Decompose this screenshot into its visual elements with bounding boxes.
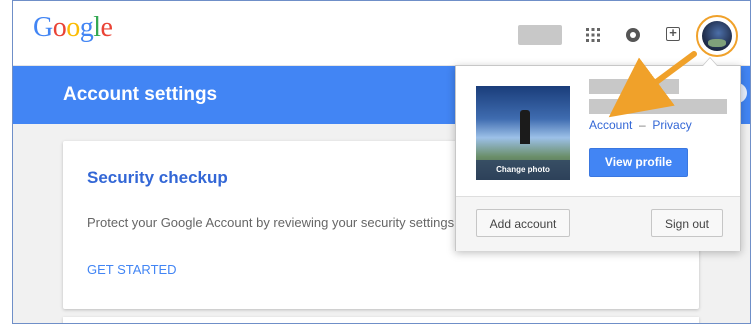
next-card xyxy=(63,317,699,323)
browser-frame: Google + Account settings ? Security che… xyxy=(12,0,751,324)
profile-photo[interactable]: Change photo xyxy=(476,86,570,180)
apps-icon[interactable] xyxy=(585,27,601,43)
account-links: Account – Privacy xyxy=(589,118,692,132)
card-title: Security checkup xyxy=(87,168,228,187)
account-link[interactable]: Account xyxy=(589,118,632,132)
change-photo-link[interactable]: Change photo xyxy=(476,160,570,180)
page-title: Account settings xyxy=(63,84,218,105)
get-started-link[interactable]: GET STARTED xyxy=(87,262,177,277)
notifications-icon[interactable] xyxy=(626,28,640,42)
logo-letter-o2: o xyxy=(66,12,80,43)
logo-letter-e: e xyxy=(100,12,113,43)
card-body-text: Protect your Google Account by reviewing… xyxy=(87,215,455,230)
photo-figure xyxy=(520,110,530,144)
share-icon[interactable]: + xyxy=(666,26,680,41)
redacted-email xyxy=(589,99,727,114)
sign-out-button[interactable]: Sign out xyxy=(651,209,723,237)
account-dropdown: Change photo Account – Privacy View prof… xyxy=(455,57,741,251)
logo-letter-l: l xyxy=(93,12,101,43)
logo-letter-o1: o xyxy=(52,12,67,43)
google-logo[interactable]: Google xyxy=(33,12,113,44)
dropdown-footer: Add account Sign out xyxy=(456,196,740,251)
view-profile-button[interactable]: View profile xyxy=(589,148,688,177)
add-account-button[interactable]: Add account xyxy=(476,209,570,237)
top-bar: Google + xyxy=(13,1,750,66)
logo-letter-g: G xyxy=(33,12,53,43)
redacted-username[interactable] xyxy=(518,25,562,45)
avatar[interactable] xyxy=(702,21,732,51)
logo-letter-g2: g xyxy=(79,12,94,43)
link-separator: – xyxy=(639,118,646,132)
redacted-name xyxy=(589,79,679,94)
privacy-link[interactable]: Privacy xyxy=(652,118,691,132)
